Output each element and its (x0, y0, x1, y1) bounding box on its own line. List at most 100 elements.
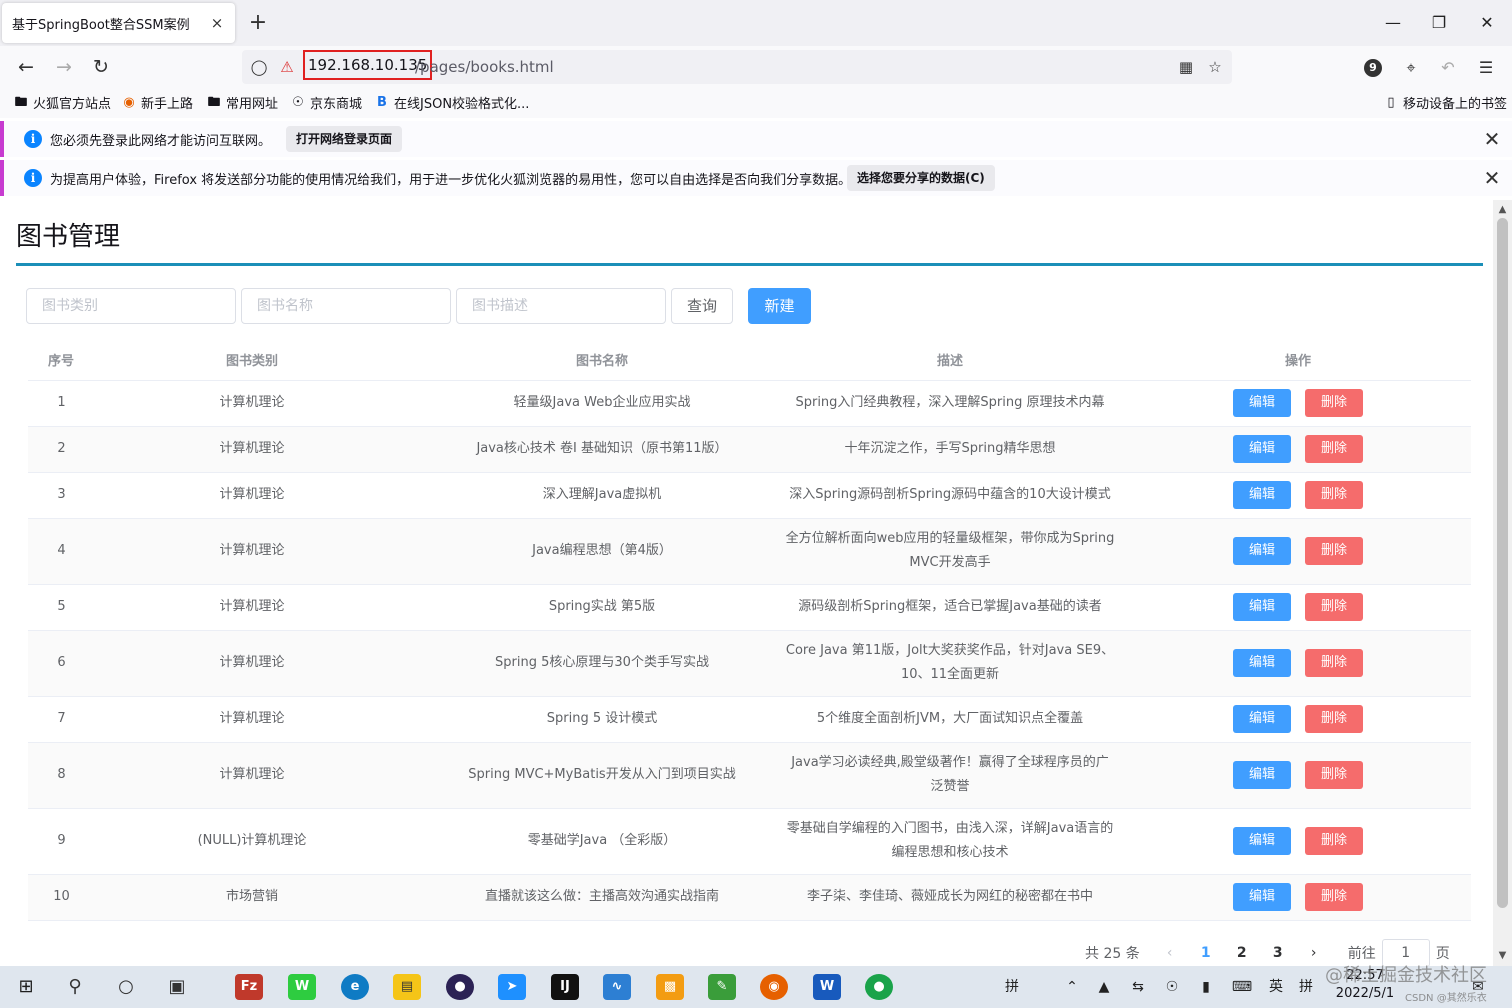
url-path[interactable]: /pages/books.html (415, 52, 554, 82)
pager-page[interactable]: 3 (1260, 945, 1296, 961)
delete-button[interactable]: 删除 (1305, 761, 1363, 789)
mobile-bookmarks[interactable]: ▯ 移动设备上的书签 (1383, 93, 1507, 113)
cell-description: Java学习必读经典,殿堂级著作！赢得了全球程序员的广泛赞誉 (775, 742, 1125, 809)
delete-button[interactable]: 删除 (1305, 537, 1363, 565)
reload-icon[interactable]: ↻ (87, 54, 115, 80)
input-language[interactable]: 英 (1264, 978, 1288, 996)
evernote-icon[interactable]: ● (865, 974, 893, 1000)
table-row: 3 计算机理论 深入理解Java虚拟机 深入Spring源码剖析Spring源码中蕴含… (28, 472, 1471, 519)
edit-button[interactable]: 编辑 (1233, 593, 1291, 621)
close-icon[interactable]: ✕ (1482, 127, 1502, 151)
table-row: 4 计算机理论 Java编程思想（第4版） 全方位解析面向web应用的轻量级框架，带你… (28, 518, 1471, 585)
bookmark-item[interactable]: 🖿 常用网址 (206, 93, 279, 113)
query-button[interactable]: 查询 (671, 288, 733, 324)
delete-button[interactable]: 删除 (1305, 593, 1363, 621)
scroll-thumb[interactable] (1497, 218, 1508, 908)
page-content: 图书管理 查询 新建 序号 图书类别 图书名称 描述 操作 1计算机理论轻量级J… (0, 200, 1493, 966)
new-tab-button[interactable]: + (246, 10, 270, 36)
pager-page[interactable]: 2 (1224, 945, 1260, 961)
cell-index: 5 (28, 584, 75, 631)
restore-icon[interactable]: ❐ (1416, 10, 1462, 36)
wechat-icon[interactable]: W (288, 974, 316, 1000)
delete-button[interactable]: 删除 (1305, 389, 1363, 417)
book-desc-input[interactable] (456, 288, 666, 324)
edit-button[interactable]: 编辑 (1233, 389, 1291, 417)
browser-tab[interactable]: 基于SpringBoot整合SSM案例 × (2, 3, 235, 43)
filezilla-icon[interactable]: Fz (235, 974, 263, 1000)
ime-mode-indicator-2[interactable]: 拼 (1294, 978, 1318, 996)
minimize-icon[interactable]: — (1370, 10, 1416, 36)
page-scrollbar[interactable]: ▲ ▼ (1493, 200, 1512, 966)
new-button[interactable]: 新建 (748, 288, 811, 324)
battery-icon[interactable]: ▮ (1194, 978, 1218, 996)
book-name-input[interactable] (241, 288, 451, 324)
notepad-icon[interactable]: ✎ (708, 974, 736, 1000)
delete-button[interactable]: 删除 (1305, 827, 1363, 855)
delete-button[interactable]: 删除 (1305, 649, 1363, 677)
scroll-down-icon[interactable]: ▼ (1495, 948, 1510, 963)
eclipse-icon[interactable]: ● (446, 974, 474, 1000)
search-icon[interactable]: ⚲ (61, 974, 89, 1000)
edit-button[interactable]: 编辑 (1233, 705, 1291, 733)
shield-icon[interactable]: ◯ (250, 58, 268, 76)
dolphin-icon[interactable]: ∿ (603, 974, 631, 1000)
globe-network-icon[interactable]: ☉ (1160, 978, 1184, 996)
edit-button[interactable]: 编辑 (1233, 649, 1291, 677)
pager-page[interactable]: 1 (1188, 945, 1224, 961)
bookmark-item[interactable]: 🖿 火狐官方站点 (13, 93, 112, 113)
menu-icon[interactable]: ☰ (1474, 56, 1498, 80)
keyboard-icon[interactable]: ⌨ (1230, 978, 1254, 996)
close-icon[interactable]: ✕ (1482, 166, 1502, 190)
edit-button[interactable]: 编辑 (1233, 481, 1291, 509)
screenshot-icon[interactable]: ⌖ (1399, 56, 1423, 80)
task-view-icon[interactable]: ▣ (163, 974, 191, 1000)
bookmark-item[interactable]: ◉ 新手上路 (121, 93, 193, 113)
scroll-up-icon[interactable]: ▲ (1495, 202, 1510, 217)
ime-mode-indicator[interactable]: 拼 (1000, 978, 1024, 996)
choose-data-button[interactable]: 选择您要分享的数据(C) (847, 165, 995, 191)
delete-button[interactable]: 删除 (1305, 481, 1363, 509)
book-type-input[interactable] (26, 288, 236, 324)
qr-code-icon[interactable]: ▦ (1177, 58, 1195, 76)
windows-start-icon[interactable]: ⊞ (12, 974, 40, 1000)
forward-icon[interactable]: → (50, 54, 78, 80)
back-icon[interactable]: ← (12, 54, 40, 80)
bookmark-label: 火狐官方站点 (33, 97, 112, 112)
insecure-lock-icon[interactable]: ⚠ (278, 58, 296, 76)
edit-button[interactable]: 编辑 (1233, 761, 1291, 789)
file-explorer-icon[interactable]: ▤ (393, 974, 421, 1000)
open-login-page-button[interactable]: 打开网络登录页面 (286, 126, 403, 152)
close-tab-icon[interactable]: × (209, 14, 225, 32)
edit-button[interactable]: 编辑 (1233, 435, 1291, 463)
pager-prev-icon[interactable]: ‹ (1152, 945, 1188, 961)
edit-button[interactable]: 编辑 (1233, 883, 1291, 911)
bookmark-star-icon[interactable]: ☆ (1206, 58, 1224, 76)
window-close-icon[interactable]: ✕ (1464, 10, 1510, 36)
edit-button[interactable]: 编辑 (1233, 827, 1291, 855)
undo-icon[interactable]: ↶ (1436, 56, 1460, 80)
cell-index: 6 (28, 630, 75, 697)
table-row: 5 计算机理论 Spring实战 第5版 源码级剖析Spring框架，适合已掌握Jav… (28, 584, 1471, 631)
feishu-icon[interactable]: ➤ (498, 974, 526, 1000)
edit-button[interactable]: 编辑 (1233, 537, 1291, 565)
word-icon[interactable]: W (813, 974, 841, 1000)
description-text: 全方位解析面向web应用的轻量级框架，带你成为Spring MVC开发高手 (785, 531, 1115, 570)
edge-icon[interactable]: e (341, 974, 369, 1000)
security-icon[interactable]: ▲ (1092, 978, 1116, 996)
bookmark-item[interactable]: B 在线JSON校验格式化... (374, 93, 529, 113)
bookmark-label: 常用网址 (226, 97, 279, 112)
extension-badge-icon[interactable]: 9 (1364, 59, 1382, 77)
url-host[interactable]: 192.168.10.135 (303, 50, 433, 80)
firefox-taskbar-icon[interactable]: ◉ (760, 974, 788, 1000)
delete-button[interactable]: 删除 (1305, 435, 1363, 463)
intellij-icon[interactable]: IJ (551, 974, 579, 1000)
network-adapter-icon[interactable]: ⇆ (1126, 978, 1150, 996)
pager-next-icon[interactable]: › (1296, 945, 1332, 961)
tray-expand-icon[interactable]: ⌃ (1060, 978, 1084, 996)
bookmark-item[interactable]: ☉ 京东商城 (290, 93, 362, 113)
delete-button[interactable]: 删除 (1305, 883, 1363, 911)
cell-name: Java编程思想（第4版） (429, 518, 775, 585)
vmware-icon[interactable]: ▩ (656, 974, 684, 1000)
cortana-icon[interactable]: ○ (112, 974, 140, 1000)
delete-button[interactable]: 删除 (1305, 705, 1363, 733)
